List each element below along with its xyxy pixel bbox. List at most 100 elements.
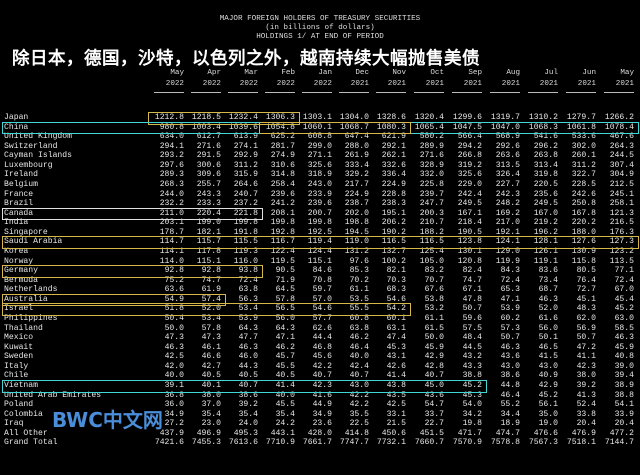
holding-value: 46.3 xyxy=(614,333,634,343)
holding-value: 43.2 xyxy=(462,352,482,362)
holding-value: 319.2 xyxy=(457,160,482,170)
holding-value: 45.5 xyxy=(275,361,295,371)
country-name: Kuwait xyxy=(4,342,34,352)
holding-value: 75.2 xyxy=(164,275,184,285)
holding-value: 115.1 xyxy=(307,256,332,266)
holding-value: 247.7 xyxy=(419,199,444,209)
column-year-label: 2022 xyxy=(313,80,332,88)
holding-value: 56.0 xyxy=(275,313,295,323)
column-year-label: 2021 xyxy=(577,80,596,88)
holding-value: 122.4 xyxy=(270,246,295,256)
holding-value: 203.1 xyxy=(159,218,184,228)
holding-value: 1328.6 xyxy=(376,113,406,122)
holding-value: 1319.7 xyxy=(490,113,520,122)
holding-value: 47.3 xyxy=(201,333,221,343)
holding-value: 123.8 xyxy=(457,237,482,247)
holding-value: 42.3 xyxy=(576,361,596,371)
holding-value: 326.4 xyxy=(495,170,520,180)
holding-value: 39.4 xyxy=(614,371,634,381)
table-row: Belgium 268.3 255.7 264.6 258.4 243.0 217.7 224… xyxy=(0,180,640,190)
holding-value: 38.9 xyxy=(614,380,634,390)
table-row: France 244.0 243.3 240.7 239.6 233.9 224.9 228.… xyxy=(0,190,640,200)
holding-value: 274.9 xyxy=(270,151,295,161)
holding-value: 188.0 xyxy=(571,227,596,237)
holding-value: 7661.7 xyxy=(302,438,332,448)
holding-value: 92.8 xyxy=(201,266,221,276)
holding-value: 105.0 xyxy=(419,256,444,266)
country-name: Italy xyxy=(4,361,29,371)
holding-value: 471.7 xyxy=(457,428,482,438)
holding-value: 37.0 xyxy=(201,400,221,410)
holding-value: 42.0 xyxy=(164,361,184,371)
holding-value: 39.2 xyxy=(238,400,258,410)
holding-value: 64.3 xyxy=(275,323,295,333)
holding-value: 233.3 xyxy=(196,199,221,209)
holding-value: 220.2 xyxy=(571,218,596,228)
report-subtitle: HOLDINGS 1/ AT END OF PERIOD xyxy=(256,33,384,41)
column-year-label: 2021 xyxy=(615,80,634,88)
holding-value: 131.2 xyxy=(344,246,369,256)
holding-value: 42.5 xyxy=(164,352,184,362)
holding-value: 115.8 xyxy=(571,256,596,266)
holding-value: 333.4 xyxy=(344,160,369,170)
holding-value: 1306.3 xyxy=(265,113,295,122)
holding-value: 34.2 xyxy=(462,409,482,419)
holding-value: 41.1 xyxy=(576,352,596,362)
holding-value: 1065.4 xyxy=(414,122,444,132)
holding-value: 291.5 xyxy=(196,151,221,161)
holding-value: 568.9 xyxy=(495,132,520,142)
holding-value: 217.7 xyxy=(344,179,369,189)
holding-value: 198.8 xyxy=(344,218,369,228)
country-name: Israel xyxy=(4,304,34,314)
country-name: Grand Total xyxy=(4,438,58,448)
holding-value: 325.6 xyxy=(457,170,482,180)
holding-value: 200.7 xyxy=(307,208,332,218)
holding-value: 59.7 xyxy=(312,285,332,295)
holding-value: 55.2 xyxy=(500,400,520,410)
holding-value: 1047.0 xyxy=(490,122,520,132)
holding-value: 980.8 xyxy=(159,122,184,132)
country-name: Philippines xyxy=(4,313,58,323)
column-year-label: 2021 xyxy=(501,80,520,88)
holding-value: 22.7 xyxy=(424,419,444,429)
country-name: Belgium xyxy=(4,179,38,189)
country-name: Germany xyxy=(4,266,38,276)
holding-value: 21.5 xyxy=(386,419,406,429)
table-row: Philippines 50.4 53.4 53.9 56.0 57.7 60.8 60.1 6… xyxy=(0,314,640,324)
holding-value: 46.2 xyxy=(349,333,369,343)
holding-value: 467.6 xyxy=(609,132,634,142)
holding-value: 40.7 xyxy=(349,371,369,381)
column-month-label: Sep xyxy=(468,69,482,77)
column-underline xyxy=(566,92,596,93)
holding-value: 311.2 xyxy=(233,160,258,170)
holding-value: 450.6 xyxy=(381,428,406,438)
holding-value: 271.6 xyxy=(196,141,221,151)
country-name: Bermuda xyxy=(4,275,38,285)
table-row: Sweden 42.5 46.6 46.0 45.7 45.6 40.0 43.1 42.9 43… xyxy=(0,352,640,362)
holding-value: 38.0 xyxy=(576,371,596,381)
holding-value: 235.6 xyxy=(533,189,558,199)
holding-value: 292.1 xyxy=(381,141,406,151)
holding-value: 65.3 xyxy=(500,285,520,295)
holding-value: 264.3 xyxy=(609,141,634,151)
holding-value: 240.7 xyxy=(233,189,258,199)
holding-value: 41.4 xyxy=(386,371,406,381)
table-row: Germany 92.8 92.8 93.8 90.5 84.6 85.3 82.1 83.2 8… xyxy=(0,266,640,276)
holding-value: 53.9 xyxy=(238,313,258,323)
holding-value: 255.7 xyxy=(196,179,221,189)
holding-value: 50.4 xyxy=(164,313,184,323)
holding-value: 192.1 xyxy=(495,227,520,237)
holding-value: 70.2 xyxy=(349,275,369,285)
holding-value: 72.4 xyxy=(500,275,520,285)
holding-value: 7567.3 xyxy=(528,438,558,448)
country-name: Brazil xyxy=(4,199,34,209)
holding-value: 476.9 xyxy=(571,428,596,438)
holding-value: 50.7 xyxy=(576,333,596,343)
holding-value: 227.7 xyxy=(495,179,520,189)
holding-value: 57.3 xyxy=(500,323,520,333)
holding-value: 218.4 xyxy=(457,218,482,228)
holding-value: 224.9 xyxy=(344,189,369,199)
holding-value: 46.5 xyxy=(538,342,558,352)
holding-value: 56.3 xyxy=(238,294,258,304)
holding-value: 43.0 xyxy=(500,361,520,371)
